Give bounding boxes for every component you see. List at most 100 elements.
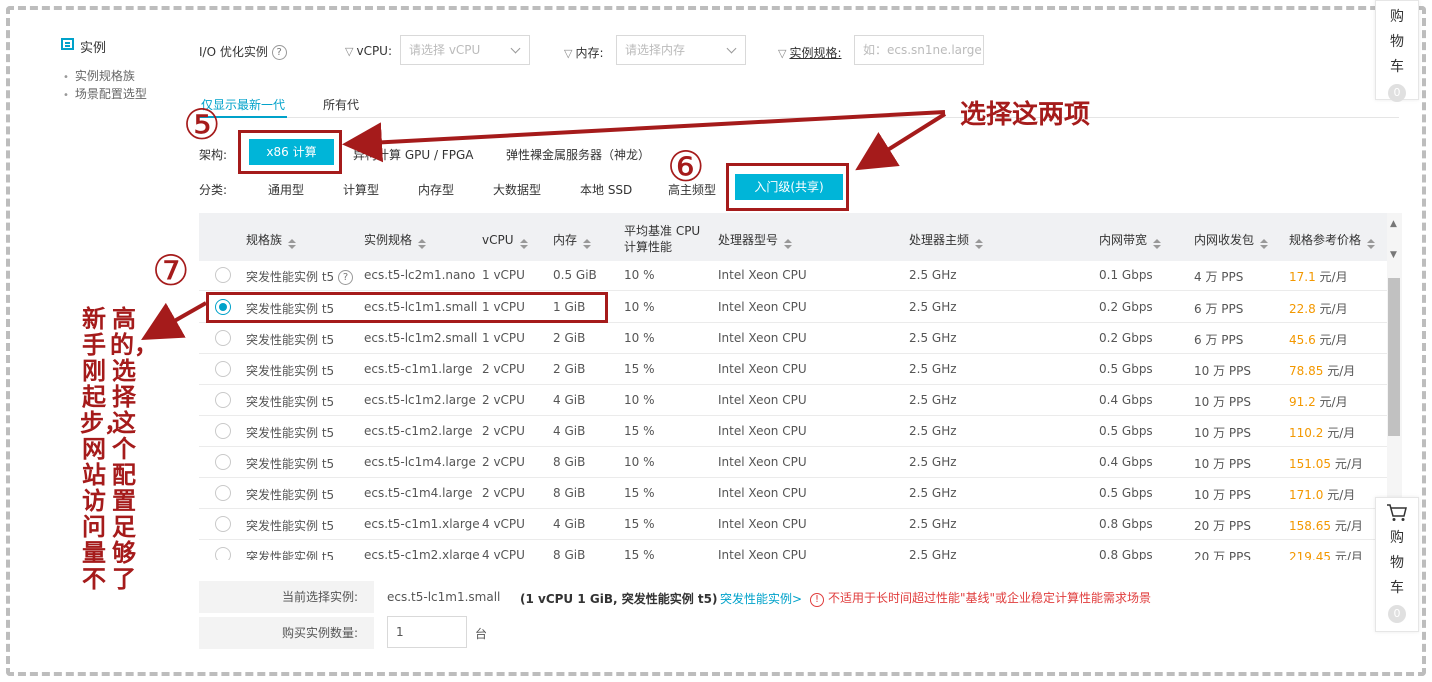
cell-price: 91.2 元/月 bbox=[1289, 393, 1348, 410]
sidebar-title[interactable]: 实例 bbox=[80, 37, 106, 56]
cell-spec: ecs.t5-c1m1.xlarge bbox=[364, 517, 480, 531]
column-pps[interactable]: 内网收发包 bbox=[1194, 232, 1269, 249]
cell-vcpu: 2 vCPU bbox=[482, 424, 525, 438]
vcpu-select[interactable]: 请选择 vCPU bbox=[400, 35, 530, 65]
category-general[interactable]: 通用型 bbox=[268, 181, 304, 198]
price-unit: 元/月 bbox=[1327, 426, 1356, 440]
row-radio[interactable] bbox=[215, 423, 231, 439]
cell-cpu-model: Intel Xeon CPU bbox=[718, 424, 807, 438]
cell-spec: ecs.t5-c1m2.large bbox=[364, 424, 473, 438]
help-icon[interactable]: ? bbox=[337, 270, 353, 285]
row-radio[interactable] bbox=[215, 361, 231, 377]
cell-spec: ecs.t5-c1m2.xlarge bbox=[364, 548, 480, 560]
table-row-partial[interactable]: 突发性能实例 t5 ecs.t5-c1m2.xlarge 4 vCPU 8 Gi… bbox=[199, 540, 1387, 560]
sidebar-item-family[interactable]: 实例规格族 bbox=[63, 67, 135, 84]
table-row[interactable]: 突发性能实例 t5 ? ecs.t5-lc2m1.nano 1 vCPU 0.5… bbox=[199, 260, 1387, 291]
row-radio[interactable] bbox=[215, 454, 231, 470]
price-value: 17.1 bbox=[1289, 270, 1316, 284]
cell-pps: 6 万 PPS bbox=[1194, 333, 1244, 347]
column-memory[interactable]: 内存 bbox=[553, 232, 592, 249]
cell-frequency: 2.5 GHz bbox=[909, 300, 957, 314]
annotation-number-5: ⑤ bbox=[183, 100, 221, 149]
quantity-label: 购买实例数量: bbox=[199, 617, 374, 649]
row-radio[interactable] bbox=[215, 392, 231, 408]
cart-count: 0 bbox=[1388, 84, 1406, 102]
table-row[interactable]: 突发性能实例 t5 ecs.t5-lc1m2.large 2 vCPU 4 Gi… bbox=[199, 385, 1387, 416]
price-value: 171.0 bbox=[1289, 488, 1324, 502]
annotation-box-entry bbox=[726, 163, 849, 211]
table-row[interactable]: 突发性能实例 t5 ecs.t5-c1m4.large 2 vCPU 8 GiB… bbox=[199, 478, 1387, 509]
price-unit: 元/月 bbox=[1334, 550, 1363, 560]
category-compute[interactable]: 计算型 bbox=[343, 181, 379, 198]
cell-vcpu: 2 vCPU bbox=[482, 393, 525, 407]
scroll-down-icon[interactable]: ▼ bbox=[1390, 250, 1397, 260]
cell-memory: 8 GiB bbox=[553, 548, 586, 560]
category-bigdata[interactable]: 大数据型 bbox=[493, 181, 541, 198]
category-local-ssd[interactable]: 本地 SSD bbox=[580, 181, 632, 198]
column-frequency[interactable]: 处理器主频 bbox=[909, 232, 984, 249]
row-radio[interactable] bbox=[215, 267, 231, 283]
price-value: 45.6 bbox=[1289, 333, 1316, 347]
annotation-number-7: ⑦ bbox=[152, 246, 190, 295]
cell-spec: ecs.t5-lc2m1.nano bbox=[364, 268, 476, 282]
price-unit: 元/月 bbox=[1334, 519, 1363, 533]
cell-memory: 2 GiB bbox=[553, 331, 586, 345]
scrollbar-thumb[interactable] bbox=[1388, 278, 1400, 436]
cell-bandwidth: 0.5 Gbps bbox=[1099, 424, 1153, 438]
cell-price: 110.2 元/月 bbox=[1289, 424, 1355, 441]
quantity-input[interactable]: 1 bbox=[387, 616, 467, 648]
price-unit: 元/月 bbox=[1319, 270, 1348, 284]
column-cpu-baseline-line2: 计算性能 bbox=[624, 240, 673, 254]
table-row[interactable]: 突发性能实例 t5 ecs.t5-c1m2.large 2 vCPU 4 GiB… bbox=[199, 416, 1387, 447]
chevron-down-icon bbox=[726, 43, 737, 54]
row-radio[interactable] bbox=[215, 547, 231, 560]
annotation-box-selected-row bbox=[206, 292, 608, 323]
row-radio[interactable] bbox=[215, 330, 231, 346]
cart-char: 购 bbox=[1390, 530, 1404, 546]
help-icon[interactable]: ? bbox=[271, 45, 287, 60]
cell-vcpu: 4 vCPU bbox=[482, 517, 525, 531]
memory-label-text: 内存: bbox=[575, 46, 604, 60]
cell-pps: 10 万 PPS bbox=[1194, 395, 1251, 409]
cell-price: 22.8 元/月 bbox=[1289, 300, 1348, 317]
category-memory[interactable]: 内存型 bbox=[418, 181, 454, 198]
cart-panel-top[interactable]: 购 物 车 0 bbox=[1375, 0, 1419, 102]
row-radio[interactable] bbox=[215, 485, 231, 501]
cart-panel-bottom[interactable]: 购 物 车 0 bbox=[1375, 497, 1419, 632]
cell-spec: ecs.t5-lc1m4.large bbox=[364, 455, 476, 469]
cell-family: 突发性能实例 t5 bbox=[246, 426, 335, 440]
arch-baremetal-option[interactable]: 弹性裸金属服务器（神龙） bbox=[506, 146, 650, 163]
cell-pps: 20 万 PPS bbox=[1194, 519, 1251, 533]
spec-label-text: 实例规格: bbox=[789, 46, 842, 60]
table-row[interactable]: 突发性能实例 t5 ecs.t5-c1m1.xlarge 4 vCPU 4 Gi… bbox=[199, 509, 1387, 540]
row-radio[interactable] bbox=[215, 516, 231, 532]
chevron-down-icon bbox=[510, 43, 521, 54]
cell-frequency: 2.5 GHz bbox=[909, 268, 957, 282]
table-row[interactable]: 突发性能实例 t5 ecs.t5-c1m1.large 2 vCPU 2 GiB… bbox=[199, 354, 1387, 385]
tab-all-generations[interactable]: 所有代 bbox=[323, 96, 359, 113]
cell-cpu-model: Intel Xeon CPU bbox=[718, 455, 807, 469]
cell-frequency: 2.5 GHz bbox=[909, 548, 957, 560]
column-cpu-model[interactable]: 处理器型号 bbox=[718, 232, 793, 249]
column-bandwidth[interactable]: 内网带宽 bbox=[1099, 232, 1162, 249]
column-family[interactable]: 规格族 bbox=[246, 232, 297, 249]
table-row[interactable]: 突发性能实例 t5 ecs.t5-lc1m4.large 2 vCPU 8 Gi… bbox=[199, 447, 1387, 478]
cell-price: 45.6 元/月 bbox=[1289, 331, 1348, 348]
table-row[interactable]: 突发性能实例 t5 ecs.t5-lc1m2.small 1 vCPU 2 Gi… bbox=[199, 323, 1387, 354]
price-unit: 元/月 bbox=[1327, 488, 1356, 502]
burstable-instance-link[interactable]: 突发性能实例> bbox=[720, 590, 802, 607]
spec-search-input[interactable]: 如：ecs.sn1ne.large bbox=[854, 35, 984, 65]
column-price[interactable]: 规格参考价格 bbox=[1289, 232, 1376, 249]
arch-gpu-fpga-option[interactable]: 异构计算 GPU / FPGA bbox=[353, 146, 473, 163]
warning-text: 不适用于长时间超过性能"基线"或企业稳定计算性能需求场景 bbox=[828, 591, 1152, 605]
cell-frequency: 2.5 GHz bbox=[909, 331, 957, 345]
sidebar-item-scenario[interactable]: 场景配置选型 bbox=[63, 85, 147, 102]
cell-family: 突发性能实例 t5 bbox=[246, 364, 335, 378]
annotation-vertical-col2: 新手刚起步，网站访问量不 bbox=[80, 304, 128, 593]
current-selection-value: ecs.t5-lc1m1.small bbox=[387, 590, 501, 604]
column-vcpu[interactable]: vCPU bbox=[482, 232, 528, 249]
column-bandwidth-label: 内网带宽 bbox=[1099, 233, 1148, 247]
column-spec[interactable]: 实例规格 bbox=[364, 232, 427, 249]
scroll-up-icon[interactable]: ▲ bbox=[1390, 219, 1397, 229]
memory-select[interactable]: 请选择内存 bbox=[616, 35, 746, 65]
